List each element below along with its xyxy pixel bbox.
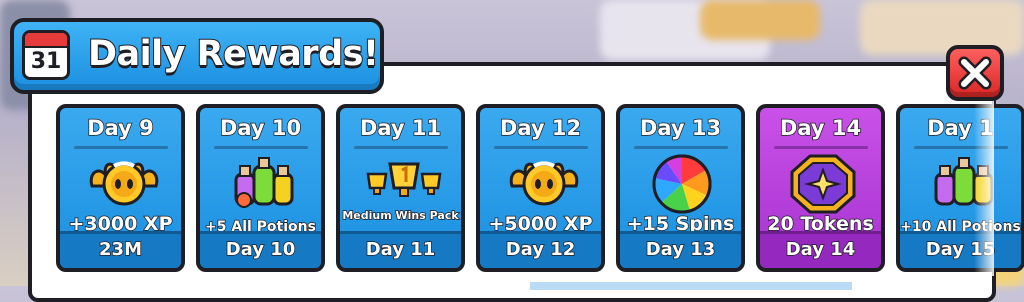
card-divider — [634, 146, 728, 149]
card-divider — [214, 146, 308, 149]
panel-bottom-strip — [530, 282, 852, 290]
card-footer: Day 12 — [480, 231, 601, 268]
dialog-title: Daily Rewards! — [87, 33, 380, 75]
spin-wheel-icon — [652, 154, 712, 214]
calendar-icon: 31 — [22, 30, 70, 80]
card-day-label: Day 11 — [359, 115, 442, 141]
reward-card-day-14[interactable]: Day 14 20 Tokens Day 14 — [756, 104, 885, 272]
card-day-label: Day 14 — [779, 115, 862, 141]
card-reward-label: Medium Wins Pack — [342, 209, 460, 223]
token-icon — [790, 154, 856, 214]
trophies-icon — [366, 162, 442, 197]
card-footer: Day 14 — [760, 231, 881, 268]
card-footer: Day 13 — [620, 231, 741, 268]
card-day-label: Day 9 — [86, 115, 154, 141]
card-day-label: Day 13 — [639, 115, 722, 141]
reward-card-day-9[interactable]: Day 9 +3000 XP 23M — [56, 104, 185, 272]
card-divider — [74, 146, 168, 149]
card-divider — [494, 146, 588, 149]
card-footer: Day 15 — [900, 231, 1021, 268]
reward-card-day-11[interactable]: Day 11 Medium Wins Pack Day 11 — [336, 104, 465, 272]
potions-icon — [234, 157, 294, 208]
scroll-fade — [974, 100, 994, 276]
reward-card-day-10[interactable]: Day 10 +5 All Potions Day 10 — [196, 104, 325, 272]
reward-card-day-15[interactable]: Day 1 +10 All Potions Day 15 — [896, 104, 1024, 272]
close-icon — [958, 56, 992, 90]
calendar-day-number: 31 — [30, 49, 62, 74]
gold-coin-icon — [509, 161, 579, 206]
card-day-label: Day 1 — [926, 115, 994, 141]
gold-coin-icon — [89, 161, 159, 206]
card-footer: Day 11 — [340, 231, 461, 268]
card-footer: 23M — [60, 231, 181, 268]
card-day-label: Day 10 — [219, 115, 302, 141]
close-button[interactable] — [946, 45, 1004, 101]
card-divider — [774, 146, 868, 149]
card-day-label: Day 12 — [499, 115, 582, 141]
card-footer: Day 10 — [200, 231, 321, 268]
reward-card-day-13[interactable]: Day 13 +15 Spins Day 13 — [616, 104, 745, 272]
card-divider — [354, 146, 448, 149]
reward-card-day-12[interactable]: Day 12 +5000 XP Day 12 — [476, 104, 605, 272]
background-blur — [700, 0, 820, 40]
